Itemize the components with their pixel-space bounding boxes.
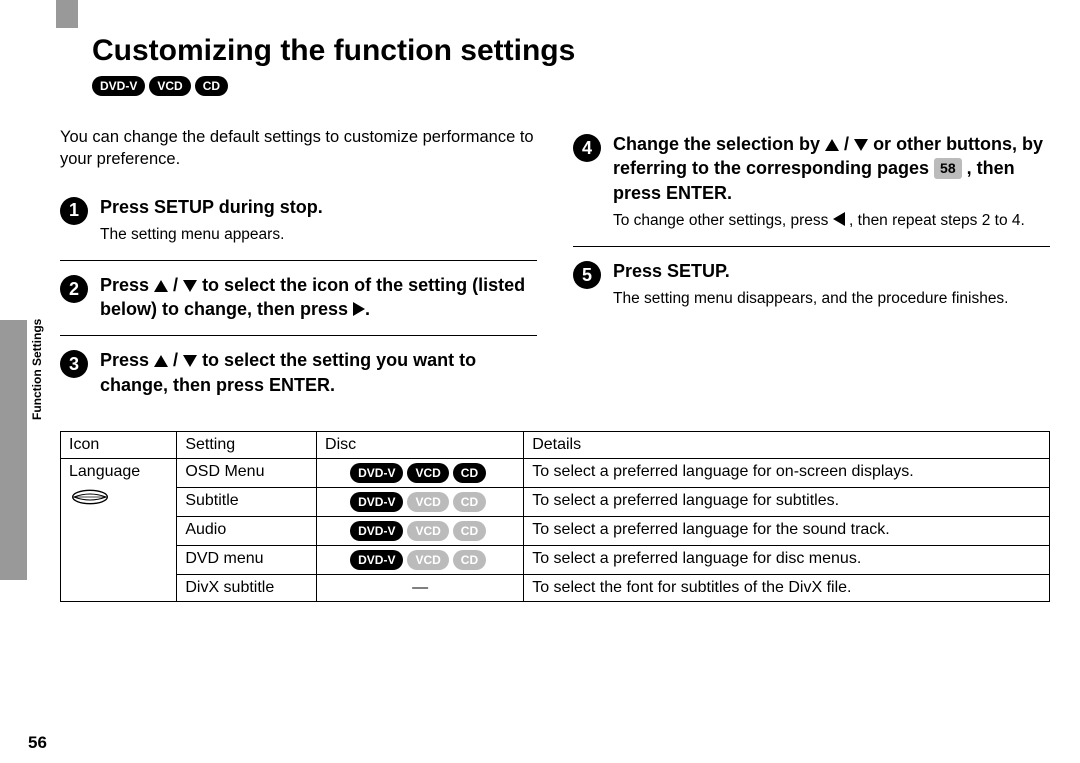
left-tab-decor	[0, 320, 27, 580]
disc-badge: DVD-V	[350, 492, 403, 512]
step-title: Press / to select the icon of the settin…	[100, 273, 537, 322]
right-column: 4 Change the selection by / or other but…	[573, 126, 1050, 407]
text: Change the selection by	[613, 134, 825, 154]
setting-cell: OSD Menu	[177, 458, 317, 487]
left-column: You can change the default settings to c…	[60, 126, 537, 407]
disc-badge: CD	[453, 463, 486, 483]
disc-cell: DVD-VVCDCD	[317, 545, 524, 574]
disc-badge: DVD-V	[350, 463, 403, 483]
step-body: The setting menu disappears, and the pro…	[613, 289, 1009, 310]
table-row: LanguageOSD MenuDVD-VVCDCDTo select a pr…	[61, 458, 1050, 487]
text: Press	[100, 350, 154, 370]
step-number-badge: 5	[573, 261, 601, 289]
divider	[60, 335, 537, 336]
step-number-badge: 4	[573, 134, 601, 162]
disc-cell: DVD-VVCDCD	[317, 458, 524, 487]
details-cell: To select a preferred language for disc …	[524, 545, 1050, 574]
down-arrow-icon	[854, 139, 868, 151]
page-content: Customizing the function settings DVD-VV…	[60, 20, 1050, 753]
text: To change other settings, press	[613, 212, 833, 229]
table-header-cell: Disc	[317, 431, 524, 458]
table-header-cell: Setting	[177, 431, 317, 458]
page-number: 56	[28, 733, 47, 753]
step-1: 1 Press SETUP during stop. The setting m…	[60, 189, 537, 256]
page-title: Customizing the function settings	[92, 34, 1050, 68]
text: /	[839, 134, 854, 154]
setting-cell: DivX subtitle	[177, 574, 317, 601]
step-5: 5 Press SETUP. The setting menu disappea…	[573, 253, 1050, 320]
settings-table: IconSettingDiscDetails LanguageOSD MenuD…	[60, 431, 1050, 602]
disc-badge: DVD-V	[350, 521, 403, 541]
icon-category-label: Language	[69, 463, 168, 481]
details-cell: To select a preferred language for on-sc…	[524, 458, 1050, 487]
setting-cell: Subtitle	[177, 487, 317, 516]
disc-cell: DVD-VVCDCD	[317, 516, 524, 545]
lips-icon	[69, 487, 111, 507]
divider	[573, 246, 1050, 247]
text: , then repeat steps 2 to 4.	[845, 212, 1025, 229]
text: .	[365, 299, 370, 319]
step-2: 2 Press / to select the icon of the sett…	[60, 267, 537, 332]
icon-cell: Language	[61, 458, 177, 601]
title-disc-badges: DVD-VVCDCD	[92, 76, 1050, 96]
step-number-badge: 1	[60, 197, 88, 225]
disc-badge: CD	[453, 521, 486, 541]
disc-badge: VCD	[407, 521, 448, 541]
divider	[60, 260, 537, 261]
disc-badge: VCD	[407, 492, 448, 512]
disc-badge: CD	[453, 550, 486, 570]
disc-badge: DVD-V	[92, 76, 145, 96]
up-arrow-icon	[154, 355, 168, 367]
down-arrow-icon	[183, 355, 197, 367]
disc-cell: DVD-VVCDCD	[317, 487, 524, 516]
table-row: AudioDVD-VVCDCDTo select a preferred lan…	[61, 516, 1050, 545]
disc-cell: —	[317, 574, 524, 601]
step-number-badge: 3	[60, 350, 88, 378]
disc-badge: VCD	[407, 550, 448, 570]
step-title: Press SETUP.	[613, 259, 1009, 283]
right-arrow-icon	[353, 302, 365, 316]
step-title: Press SETUP during stop.	[100, 195, 323, 219]
setting-cell: DVD menu	[177, 545, 317, 574]
left-arrow-icon	[833, 212, 845, 226]
step-number-badge: 2	[60, 275, 88, 303]
table-header-cell: Icon	[61, 431, 177, 458]
disc-badge: VCD	[407, 463, 448, 483]
side-section-label: Function Settings	[30, 319, 44, 420]
disc-badge: VCD	[149, 76, 190, 96]
table-row: SubtitleDVD-VVCDCDTo select a preferred …	[61, 487, 1050, 516]
step-3: 3 Press / to select the setting you want…	[60, 342, 537, 407]
disc-badge: DVD-V	[350, 550, 403, 570]
disc-badge: CD	[453, 492, 486, 512]
setting-cell: Audio	[177, 516, 317, 545]
table-row: DVD menuDVD-VVCDCDTo select a preferred …	[61, 545, 1050, 574]
intro-text: You can change the default settings to c…	[60, 126, 537, 171]
step-body: To change other settings, press , then r…	[613, 211, 1050, 232]
details-cell: To select a preferred language for subti…	[524, 487, 1050, 516]
up-arrow-icon	[154, 280, 168, 292]
step-body: The setting menu appears.	[100, 225, 323, 246]
page-reference-badge: 58	[934, 158, 962, 179]
table-header-cell: Details	[524, 431, 1050, 458]
text: /	[168, 350, 183, 370]
text: /	[168, 275, 183, 295]
up-arrow-icon	[825, 139, 839, 151]
details-cell: To select a preferred language for the s…	[524, 516, 1050, 545]
down-arrow-icon	[183, 280, 197, 292]
step-title: Change the selection by / or other butto…	[613, 132, 1050, 205]
text: Press	[100, 275, 154, 295]
step-title: Press / to select the setting you want t…	[100, 348, 537, 397]
disc-badge: CD	[195, 76, 228, 96]
table-header-row: IconSettingDiscDetails	[61, 431, 1050, 458]
details-cell: To select the font for subtitles of the …	[524, 574, 1050, 601]
table-row: DivX subtitle—To select the font for sub…	[61, 574, 1050, 601]
step-4: 4 Change the selection by / or other but…	[573, 126, 1050, 242]
